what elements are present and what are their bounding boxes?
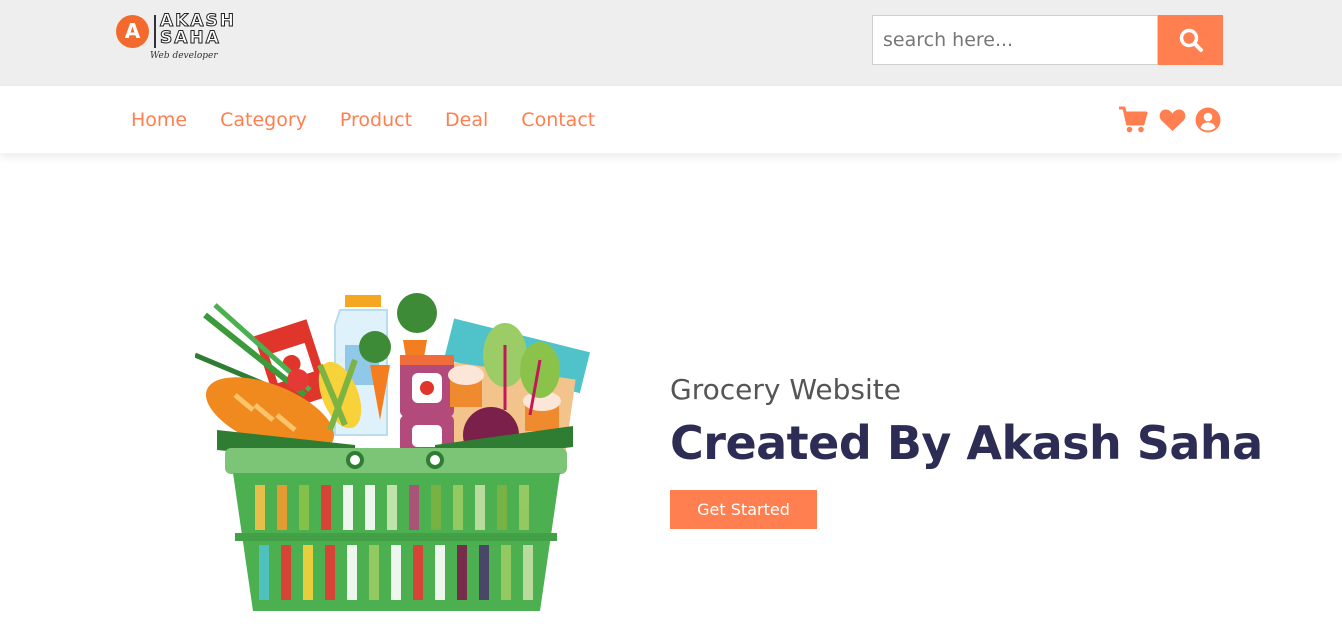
- get-started-button[interactable]: Get Started: [670, 490, 817, 529]
- brand-logo[interactable]: A AKASH SAHA Web developer: [115, 12, 255, 64]
- hero-subtitle: Grocery Website: [670, 373, 901, 406]
- nav-link-home[interactable]: Home: [131, 109, 187, 131]
- nav-icons: [1118, 105, 1221, 135]
- logo-name: AKASH SAHA: [160, 12, 260, 48]
- logo-tagline: Web developer: [150, 51, 218, 61]
- heart-icon[interactable]: [1158, 105, 1186, 135]
- nav-link-deal[interactable]: Deal: [445, 109, 488, 131]
- grocery-basket-illustration: [194, 285, 590, 611]
- search-button[interactable]: [1158, 15, 1223, 65]
- nav-link-category[interactable]: Category: [220, 109, 307, 131]
- search-input[interactable]: [872, 15, 1158, 65]
- nav-link-product[interactable]: Product: [340, 109, 412, 131]
- shopping-cart-icon[interactable]: [1118, 105, 1148, 135]
- main-navbar: Home Category Product Deal Contact: [0, 86, 1342, 153]
- nav-links: Home Category Product Deal Contact: [131, 86, 628, 153]
- logo-divider: [154, 15, 156, 48]
- search-form: [872, 15, 1223, 65]
- logo-name-line2: SAHA: [160, 28, 221, 48]
- nav-link-contact[interactable]: Contact: [521, 109, 595, 131]
- search-icon: [1178, 27, 1204, 53]
- top-header: A AKASH SAHA Web developer: [0, 0, 1342, 86]
- hero-title: Created By Akash Saha: [670, 416, 1263, 470]
- logo-letter-badge: A: [116, 15, 149, 48]
- user-circle-icon[interactable]: [1195, 105, 1221, 135]
